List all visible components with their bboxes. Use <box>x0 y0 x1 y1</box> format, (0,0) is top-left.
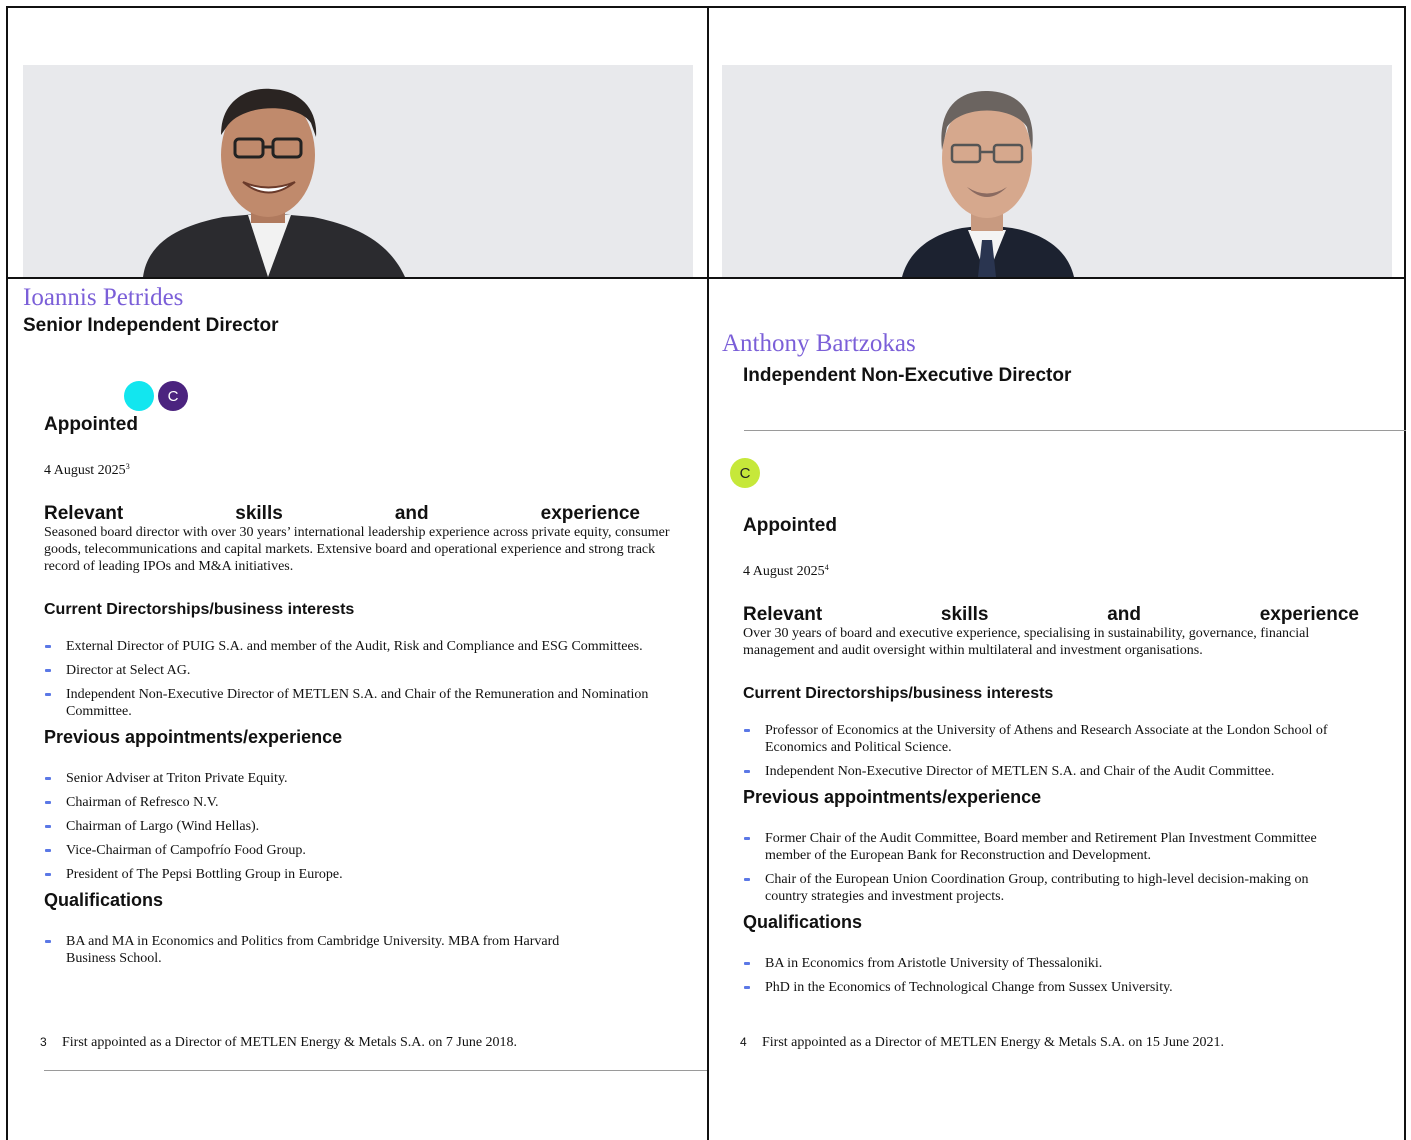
current-heading: Current Directorships/business interests <box>44 601 355 618</box>
page: Ioannis Petrides Senior Independent Dire… <box>0 0 1411 1140</box>
current-list: External Director of PUIG S.A. and membe… <box>44 638 684 720</box>
list-item: Independent Non-Executive Director of ME… <box>44 686 684 720</box>
list-item: Senior Adviser at Triton Private Equity. <box>44 770 684 787</box>
skills-heading: Relevant skills and experience <box>44 503 640 524</box>
director-left: Ioannis Petrides Senior Independent Dire… <box>23 284 683 338</box>
director-right: Anthony Bartzokas Independent Non-Execut… <box>722 330 1392 388</box>
bottom-rule <box>44 1070 707 1071</box>
director-role: Independent Non-Executive Director <box>743 365 1072 386</box>
committee-badge <box>124 381 154 411</box>
current-list: Professor of Economics at the University… <box>743 722 1343 780</box>
committee-badge-chair: C <box>730 458 760 488</box>
list-item: Independent Non-Executive Director of ME… <box>743 763 1343 780</box>
committee-badge-chair: C <box>158 381 188 411</box>
qualifications-list: BA in Economics from Aristotle Universit… <box>743 955 1383 996</box>
list-item: Vice-Chairman of Campofrío Food Group. <box>44 842 684 859</box>
list-item: External Director of PUIG S.A. and membe… <box>44 638 684 655</box>
qualifications-heading: Qualifications <box>44 890 164 910</box>
portrait-right-graphic <box>902 90 1074 277</box>
footnote: 4 First appointed as a Director of METLEN… <box>740 1035 1225 1050</box>
portrait-anthony-bartzokas <box>722 65 1392 277</box>
column-divider <box>707 6 709 1140</box>
list-item: President of The Pepsi Bottling Group in… <box>44 866 684 883</box>
previous-list: Senior Adviser at Triton Private Equity.… <box>44 770 684 883</box>
portrait-ioannis-petrides <box>23 65 693 277</box>
list-item: Chairman of Largo (Wind Hellas). <box>44 818 684 835</box>
director-role: Senior Independent Director <box>23 315 279 336</box>
qualifications-list: BA and MA in Economics and Politics from… <box>44 933 584 967</box>
appointed-date: 4 August 20253 <box>44 462 130 478</box>
photo-divider <box>6 277 1406 279</box>
list-item: Former Chair of the Audit Committee, Boa… <box>743 830 1343 864</box>
appointed-heading: Appointed <box>44 414 138 435</box>
previous-list: Former Chair of the Audit Committee, Boa… <box>743 830 1343 905</box>
right-details: Appointed 4 August 20254 Relevant skills… <box>743 515 1383 1003</box>
appointed-heading: Appointed <box>743 515 837 536</box>
qualifications-heading: Qualifications <box>743 912 863 932</box>
previous-heading: Previous appointments/experience <box>743 787 1042 807</box>
appointed-date: 4 August 20254 <box>743 563 829 579</box>
list-item: Director at Select AG. <box>44 662 684 679</box>
list-item: Chair of the European Union Coordination… <box>743 871 1343 905</box>
section-rule <box>744 430 1406 431</box>
current-heading: Current Directorships/business interests <box>743 685 1054 702</box>
portrait-left-graphic <box>143 88 405 277</box>
skills-text: Seasoned board director with over 30 yea… <box>44 525 670 574</box>
left-details: Appointed 4 August 20253 Relevant skills… <box>44 414 684 974</box>
director-name: Anthony Bartzokas <box>722 330 916 357</box>
previous-heading: Previous appointments/experience <box>44 727 343 747</box>
list-item: PhD in the Economics of Technological Ch… <box>743 979 1383 996</box>
skills-text: Over 30 years of board and executive exp… <box>743 626 1310 658</box>
list-item: BA in Economics from Aristotle Universit… <box>743 955 1383 972</box>
list-item: BA and MA in Economics and Politics from… <box>44 933 584 967</box>
list-item: Chairman of Refresco N.V. <box>44 794 684 811</box>
skills-heading: Relevant skills and experience <box>743 604 1359 625</box>
footnote: 3 First appointed as a Director of METLEN… <box>40 1035 518 1050</box>
director-name: Ioannis Petrides <box>23 284 184 311</box>
list-item: Professor of Economics at the University… <box>743 722 1343 756</box>
